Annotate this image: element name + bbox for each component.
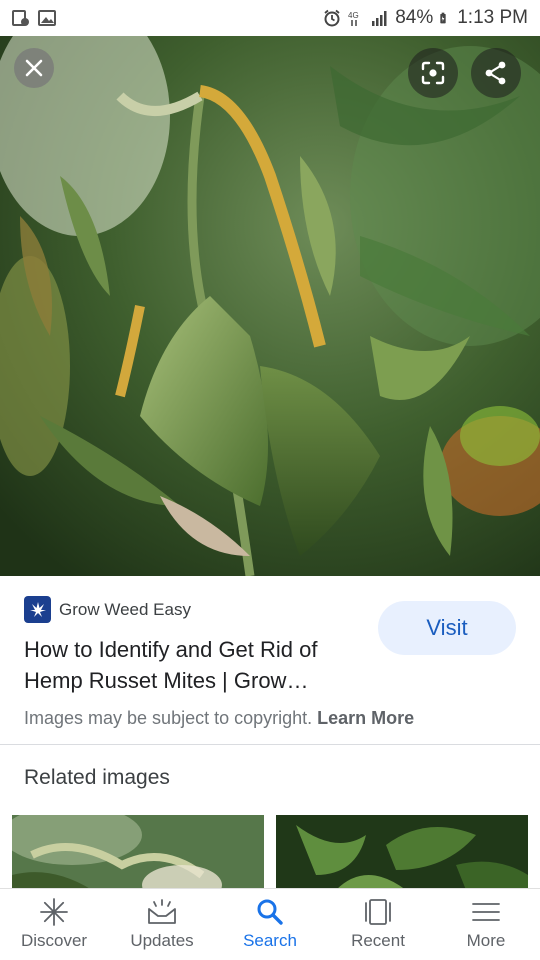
battery-icon <box>440 12 446 24</box>
close-button[interactable] <box>14 48 54 88</box>
copyright-text: Images may be subject to copyright. <box>24 708 313 728</box>
related-image-2[interactable] <box>276 815 528 890</box>
related-thumbnail-2 <box>276 815 528 890</box>
status-left <box>12 9 56 27</box>
notification-icon <box>12 10 29 26</box>
search-icon <box>253 897 287 927</box>
lens-button[interactable] <box>408 48 458 98</box>
nav-search[interactable]: Search <box>216 889 324 960</box>
status-bar: 4G 84% 1:13 PM <box>0 0 540 36</box>
nav-label-search: Search <box>243 931 297 950</box>
hero-image[interactable] <box>0 36 540 576</box>
nav-label-recent: Recent <box>351 931 405 950</box>
svg-text:4G: 4G <box>348 11 359 20</box>
status-right: 4G 84% 1:13 PM <box>323 7 528 29</box>
network-4g-icon: 4G <box>348 11 359 26</box>
menu-icon <box>469 897 503 927</box>
result-info: Grow Weed Easy How to Identify and Get R… <box>0 576 540 744</box>
result-title[interactable]: How to Identify and Get Rid of Hemp Russ… <box>24 634 364 696</box>
bottom-navigation: Discover Updates Search Recent More <box>0 888 540 960</box>
alarm-icon <box>324 9 340 27</box>
copyright-notice: Images may be subject to copyright. Lear… <box>24 708 414 729</box>
section-divider <box>0 744 540 745</box>
nav-discover[interactable]: Discover <box>0 889 108 960</box>
share-icon <box>485 61 506 85</box>
learn-more-link[interactable]: Learn More <box>317 708 414 728</box>
nav-label-discover: Discover <box>20 931 88 950</box>
source-name: Grow Weed Easy <box>59 599 191 619</box>
site-favicon <box>24 596 51 623</box>
asterisk-icon <box>37 897 71 927</box>
leaf-icon <box>29 601 46 617</box>
close-icon <box>25 59 43 77</box>
nav-more[interactable]: More <box>432 889 540 960</box>
result-title-line1: How to Identify and Get Rid of <box>24 637 318 662</box>
inbox-icon <box>145 897 179 927</box>
gallery-icon <box>38 10 56 26</box>
related-thumbnail-1 <box>12 815 264 890</box>
share-button[interactable] <box>471 48 521 98</box>
nav-updates[interactable]: Updates <box>108 889 216 960</box>
nav-label-updates: Updates <box>130 931 194 950</box>
plant-photo <box>0 36 540 576</box>
battery-percent: 84% <box>395 7 434 28</box>
related-image-1[interactable] <box>12 815 264 890</box>
nav-label-more: More <box>466 931 506 950</box>
nav-recent[interactable]: Recent <box>324 889 432 960</box>
cards-icon <box>361 897 395 927</box>
visit-button[interactable]: Visit <box>378 601 516 655</box>
clock-time: 1:13 PM <box>457 7 528 28</box>
related-images-heading: Related images <box>24 766 170 789</box>
result-title-line2: Hemp Russet Mites | Grow… <box>24 668 309 693</box>
lens-icon <box>421 61 445 85</box>
source-row[interactable]: Grow Weed Easy <box>24 596 191 623</box>
signal-icon <box>372 11 387 26</box>
